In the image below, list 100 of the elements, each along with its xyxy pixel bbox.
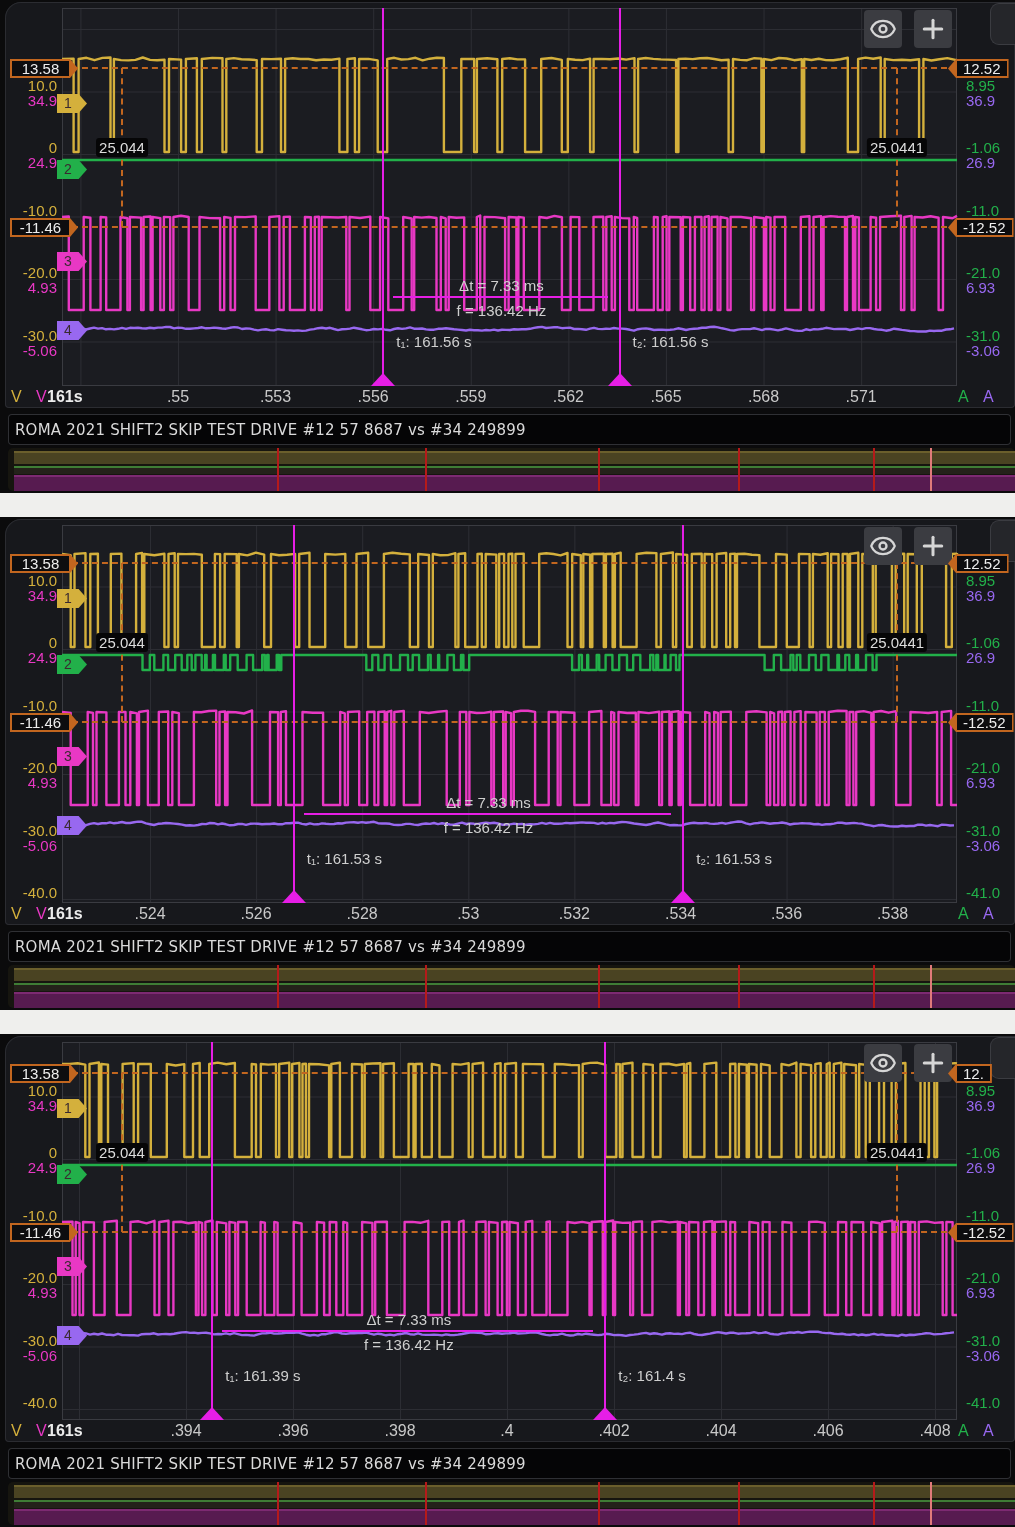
axis-tick-label: .536: [771, 905, 803, 923]
axis-label: -41.0: [966, 885, 1001, 900]
time-cursor[interactable]: [281, 525, 306, 903]
channel-tag[interactable]: 1: [57, 589, 87, 608]
axis-tick-label: .571: [845, 388, 877, 406]
value-readout: 25.044: [96, 632, 148, 652]
channel-tag[interactable]: 3: [57, 1257, 87, 1276]
cursor-value-label[interactable]: -12.52: [948, 218, 1014, 237]
time-cursor[interactable]: [371, 8, 396, 386]
channel-tag[interactable]: 2: [57, 1165, 87, 1184]
add-button[interactable]: [914, 1044, 952, 1082]
channel-tag[interactable]: 4: [57, 1326, 87, 1345]
axis-tick-label: .534: [664, 905, 697, 923]
channel-tag[interactable]: 1: [57, 94, 87, 113]
unit-label: V: [11, 1422, 22, 1440]
axis-tick-label: .568: [748, 388, 780, 406]
visibility-button[interactable]: [864, 1044, 902, 1082]
axis-tick-label: .55: [166, 388, 190, 406]
channel-tag[interactable]: 4: [57, 321, 87, 340]
axis-label: 24.9: [27, 1160, 57, 1175]
axis-tick-label: .53: [457, 905, 480, 923]
unit-label: V: [36, 905, 47, 923]
axis-label: -10.0: [22, 203, 57, 218]
cursor-value-label[interactable]: 13.58: [10, 1064, 78, 1083]
cursor-value-label[interactable]: -11.46: [10, 218, 78, 237]
axis-tick-label: .532: [558, 905, 590, 923]
channel-tag[interactable]: 2: [57, 160, 87, 179]
frequency-label: f = 136.42 Hz: [364, 1337, 454, 1353]
axis-label: -30.0: [22, 1333, 57, 1348]
axis-label: 6.93: [966, 280, 996, 295]
cursor-value-label[interactable]: 13.58: [10, 59, 78, 78]
axis-label: -1.06: [966, 635, 1001, 650]
axis-tick-label: .556: [357, 388, 389, 406]
axis-label: -21.0: [966, 1270, 1001, 1285]
axis-label: -5.06: [22, 838, 57, 853]
axis-label: -3.06: [966, 838, 1001, 853]
axis-label: -31.0: [966, 823, 1001, 838]
axis-tick-label: .404: [705, 1422, 737, 1440]
visibility-button[interactable]: [864, 10, 902, 48]
channel-tag[interactable]: 3: [57, 747, 87, 766]
cursor-value-label[interactable]: -11.46: [10, 713, 78, 732]
axis-label: -21.0: [966, 760, 1001, 775]
unit-label: V: [11, 388, 22, 406]
cursor-value-label[interactable]: -12.52: [948, 713, 1014, 732]
channel-tag[interactable]: 3: [57, 252, 87, 271]
cursor-time-label: t₂: 161.4 s: [618, 1368, 686, 1384]
axis-label: 4.93: [27, 1285, 57, 1300]
value-readout: 25.044: [96, 1142, 148, 1162]
unit-label: V: [36, 1422, 47, 1440]
channel-tag[interactable]: 1: [57, 1099, 87, 1118]
channel-tag[interactable]: 4: [57, 816, 87, 835]
unit-label: A: [983, 1422, 994, 1440]
time-cursor[interactable]: [200, 1042, 225, 1420]
axis-label: -1.06: [966, 1145, 1001, 1160]
cursor-value-label[interactable]: 12.: [948, 1064, 992, 1083]
axis-tick-label: .396: [277, 1422, 309, 1440]
axis-label: 0: [48, 635, 57, 650]
axis-label: 26.9: [966, 650, 996, 665]
add-button[interactable]: [914, 527, 952, 565]
axis-label: 34.9: [27, 1098, 57, 1113]
axis-tick-label: .398: [384, 1422, 416, 1440]
axis-tick-label: .562: [552, 388, 584, 406]
side-handle[interactable]: [990, 1037, 1015, 1079]
cursor-value-label[interactable]: -12.52: [948, 1223, 1014, 1242]
unit-label: V: [36, 388, 47, 406]
unit-label: A: [983, 388, 994, 406]
axis-label: 6.93: [966, 1285, 996, 1300]
axis-label: 0: [48, 140, 57, 155]
axis-label: -11.0: [966, 1208, 1000, 1223]
axis-label: -10.0: [22, 698, 57, 713]
value-readout: 25.0441: [866, 632, 928, 652]
axis-label: 36.9: [966, 1098, 996, 1113]
axis-tick-label: .408: [919, 1422, 951, 1440]
cursor-value-label[interactable]: -11.46: [10, 1223, 78, 1242]
axis-tick-label: .565: [650, 388, 682, 406]
cursor-time-label: t₁: 161.39 s: [225, 1368, 301, 1384]
cursor-time-label: t₂: 161.56 s: [632, 334, 709, 350]
axis-label: -40.0: [22, 1395, 57, 1410]
visibility-button[interactable]: [864, 527, 902, 565]
axis-label: 34.9: [27, 588, 57, 603]
time-cursor[interactable]: [671, 525, 696, 903]
side-handle[interactable]: [990, 3, 1015, 45]
cursor-value-label[interactable]: 12.52: [948, 59, 1009, 78]
axis-label: -30.0: [22, 823, 57, 838]
axis-label: 10.0: [27, 573, 57, 588]
axis-label: 6.93: [966, 775, 996, 790]
axis-tick-label: .4: [500, 1422, 514, 1440]
channel-tag[interactable]: 2: [57, 655, 87, 674]
axis-label: 0: [48, 1145, 57, 1160]
cursor-value-label[interactable]: 12.52: [948, 554, 1009, 573]
add-button[interactable]: [914, 10, 952, 48]
cursor-value-label[interactable]: 13.58: [10, 554, 78, 573]
axis-label: -41.0: [966, 1395, 1001, 1410]
time-cursor[interactable]: [593, 1042, 618, 1420]
axis-label: -20.0: [22, 1270, 57, 1285]
axis-label: 4.93: [27, 280, 57, 295]
axis-label: 24.9: [27, 155, 57, 170]
value-readout: 25.044: [96, 137, 148, 157]
axis-tick-label: .394: [170, 1422, 202, 1440]
time-cursor[interactable]: [607, 8, 632, 386]
